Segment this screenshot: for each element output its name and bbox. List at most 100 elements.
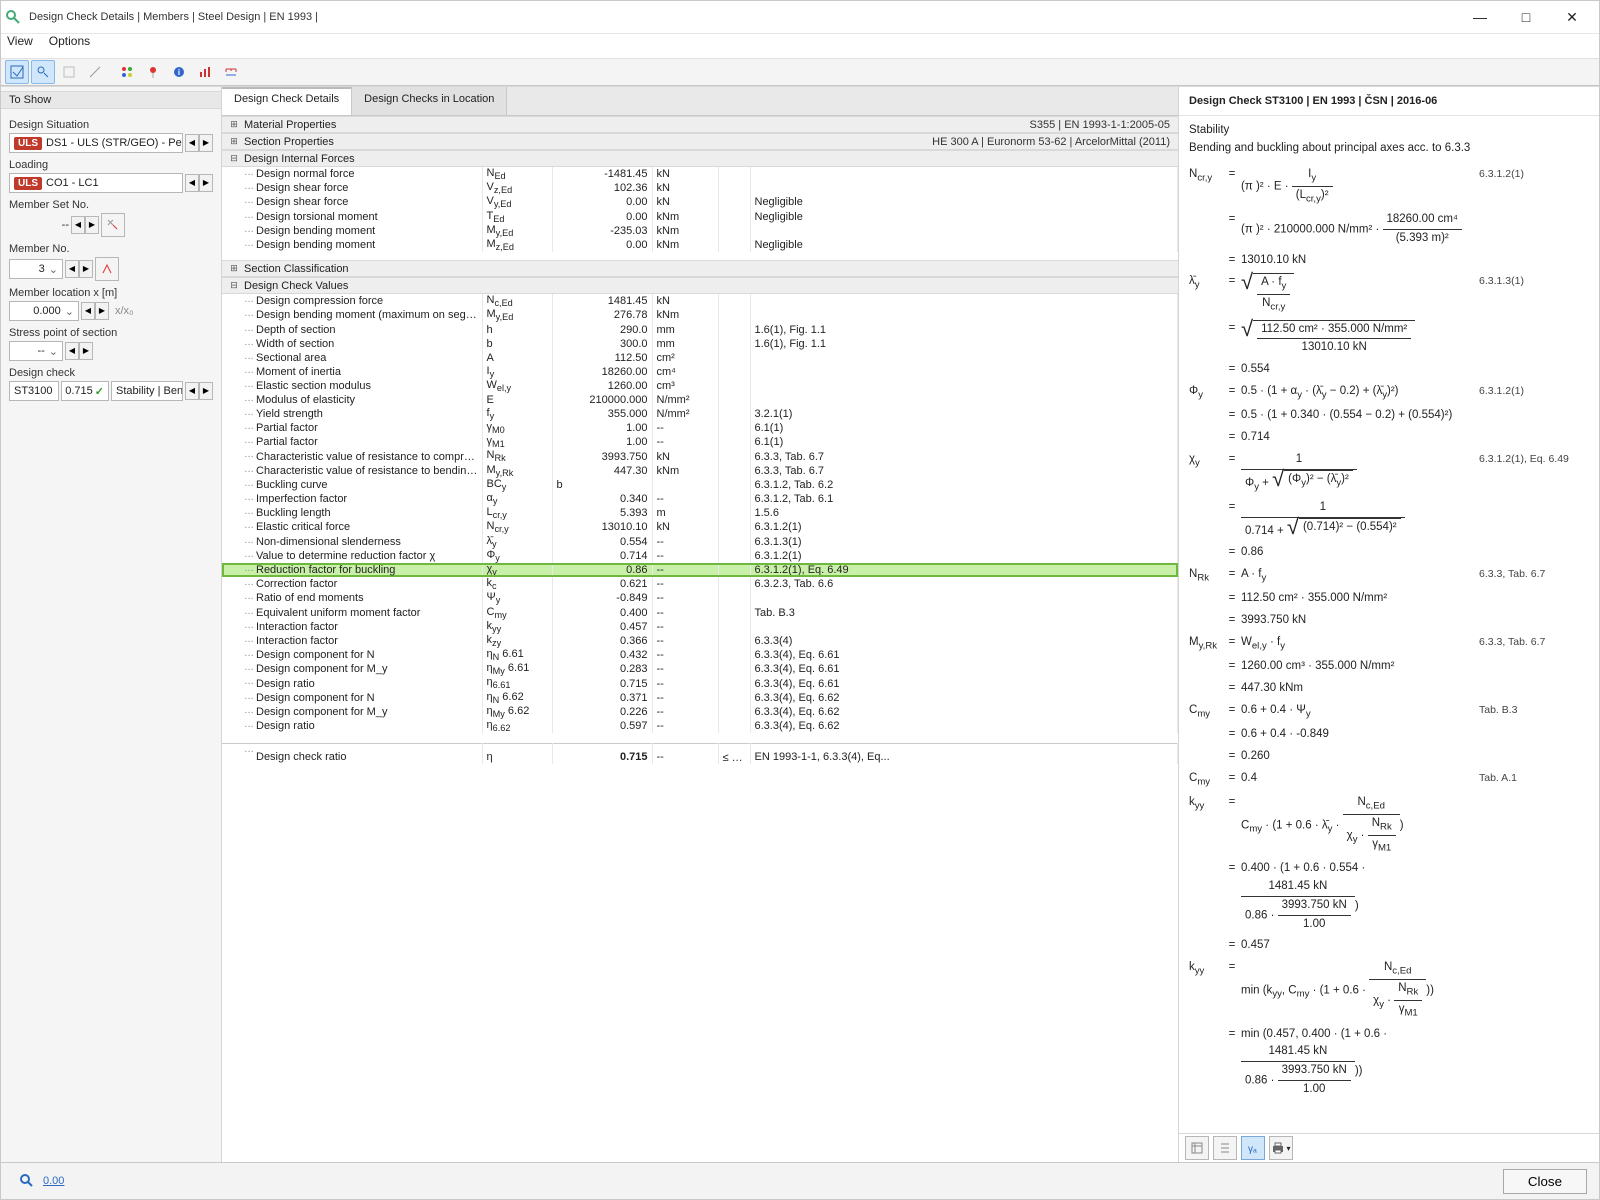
table-row[interactable]: Design bending moment (maximum on segmen…	[222, 308, 1178, 322]
status-zoom-icon[interactable]	[19, 1173, 35, 1189]
stress-point-dropdown[interactable]: --⌄	[9, 341, 63, 361]
tool-info[interactable]: i	[167, 60, 191, 84]
design-check-ratio: 0.715✓	[61, 381, 109, 401]
table-row[interactable]: Design component for M_yηMy 6.620.226--6…	[222, 705, 1178, 719]
table-row[interactable]: Equivalent uniform moment factorCmy0.400…	[222, 606, 1178, 620]
tab-location[interactable]: Design Checks in Location	[352, 87, 507, 115]
ld-prev[interactable]: ◀	[185, 174, 199, 192]
group-material[interactable]: ⊞Material PropertiesS355 | EN 1993-1-1:2…	[222, 116, 1178, 133]
table-row[interactable]: Design compression forceNc,Ed1481.45kN	[222, 294, 1178, 308]
group-dcv[interactable]: ⊟Design Check Values	[222, 277, 1178, 294]
table-row[interactable]: Yield strengthfy355.000N/mm²3.2.1(1)	[222, 407, 1178, 421]
table-row[interactable]: Design ratioη6.620.597--6.3.3(4), Eq. 6.…	[222, 719, 1178, 733]
minimize-icon[interactable]: —	[1457, 1, 1503, 33]
table-row[interactable]: Elastic section modulusWel,y1260.00cm³	[222, 379, 1178, 393]
mn-prev[interactable]: ◀	[65, 260, 79, 278]
table-row[interactable]: Ratio of end momentsΨy-0.849--	[222, 591, 1178, 605]
print-icon[interactable]: ▾	[1269, 1136, 1293, 1160]
total-row[interactable]: Design check ratioη0.715--≤ 1 ✓EN 1993-1…	[222, 744, 1178, 765]
maximize-icon[interactable]: □	[1503, 1, 1549, 33]
table-row[interactable]: Interaction factorkyy0.457--	[222, 620, 1178, 634]
member-loc-input[interactable]: 0.000⌄	[9, 301, 79, 321]
member-loc-label: Member location x [m]	[9, 287, 213, 299]
tool-4[interactable]	[83, 60, 107, 84]
member-no-dropdown[interactable]: 3⌄	[9, 259, 63, 279]
table-row[interactable]: Design shear forceVz,Ed102.36kN	[222, 181, 1178, 195]
table-row[interactable]: Design shear forceVy,Ed0.00kNNegligible	[222, 195, 1178, 209]
table-row[interactable]: Design component for M_yηMy 6.610.283--6…	[222, 662, 1178, 676]
table-row[interactable]: Design normal forceNEd-1481.45kN	[222, 167, 1178, 181]
sp-prev[interactable]: ◀	[65, 342, 79, 360]
table-row[interactable]: Moment of inertiaIy18260.00cm⁴	[222, 365, 1178, 379]
ds-next[interactable]: ▶	[199, 134, 213, 152]
grid[interactable]: ⊞Material PropertiesS355 | EN 1993-1-1:2…	[222, 116, 1178, 1162]
ml-prev[interactable]: ◀	[81, 302, 95, 320]
mn-next[interactable]: ▶	[79, 260, 93, 278]
table-row[interactable]: Interaction factorkzy0.366--6.3.3(4)	[222, 634, 1178, 648]
tool-push[interactable]	[141, 60, 165, 84]
ms-next[interactable]: ▶	[85, 216, 99, 234]
detail-sub1: Stability	[1189, 122, 1589, 140]
dc-prev[interactable]: ◀	[185, 382, 199, 400]
footer: 0.00 Close	[1, 1162, 1599, 1199]
table-row[interactable]: Non-dimensional slendernessλ̄y0.554--6.3…	[222, 535, 1178, 549]
menu-options[interactable]: Options	[49, 34, 90, 54]
detail-toolbar: γₐ ▾	[1179, 1133, 1599, 1162]
sp-next[interactable]: ▶	[79, 342, 93, 360]
menubar: View Options	[1, 34, 1599, 58]
close-icon[interactable]: ✕	[1549, 1, 1595, 33]
table-row[interactable]: Width of sectionb300.0mm1.6(1), Fig. 1.1	[222, 337, 1178, 351]
member-set-label: Member Set No.	[9, 199, 213, 211]
table-row[interactable]: Design component for NηN 6.610.432--6.3.…	[222, 648, 1178, 662]
table-row[interactable]: Modulus of elasticityE210000.000N/mm²	[222, 393, 1178, 407]
loading-dropdown[interactable]: ULS CO1 - LC1	[9, 173, 183, 193]
table-row[interactable]: Design ratioη6.610.715--6.3.3(4), Eq. 6.…	[222, 676, 1178, 690]
design-check-code[interactable]: ST3100	[9, 381, 59, 401]
table-row[interactable]: Sectional areaA112.50cm²	[222, 351, 1178, 365]
design-check-text[interactable]: Stability | Bending a...	[111, 381, 183, 401]
ds-prev[interactable]: ◀	[185, 134, 199, 152]
detail-btn3[interactable]: γₐ	[1241, 1136, 1265, 1160]
tool-1[interactable]	[5, 60, 29, 84]
table-row[interactable]: Buckling curveBCyb6.3.1.2, Tab. 6.2	[222, 478, 1178, 492]
member-set-pick[interactable]	[101, 213, 125, 237]
menu-view[interactable]: View	[7, 34, 33, 54]
detail-body[interactable]: Stability Bending and buckling about pri…	[1179, 116, 1599, 1133]
tool-chart[interactable]	[193, 60, 217, 84]
tool-colors[interactable]	[115, 60, 139, 84]
table-row[interactable]: Partial factorγM11.00--6.1(1)	[222, 435, 1178, 449]
group-classif[interactable]: ⊞Section Classification	[222, 260, 1178, 277]
table-row[interactable]: Value to determine reduction factor χΦy0…	[222, 549, 1178, 563]
table-row[interactable]: Imperfection factorαy0.340--6.3.1.2, Tab…	[222, 492, 1178, 506]
table-row[interactable]: Buckling lengthLcr,y5.393m1.5.6	[222, 506, 1178, 520]
table-row[interactable]: Characteristic value of resistance to be…	[222, 464, 1178, 478]
table-row[interactable]: Reduction factor for bucklingχy0.86--6.3…	[222, 563, 1178, 577]
table-row[interactable]: Design torsional momentTEd0.00kNmNegligi…	[222, 210, 1178, 224]
detail-btn1[interactable]	[1185, 1136, 1209, 1160]
tool-3[interactable]	[57, 60, 81, 84]
ml-next[interactable]: ▶	[95, 302, 109, 320]
member-loc-mode[interactable]: x/x₀	[111, 305, 138, 317]
table-row[interactable]: Design component for NηN 6.620.371--6.3.…	[222, 691, 1178, 705]
close-button[interactable]: Close	[1503, 1169, 1587, 1194]
table-row[interactable]: Partial factorγM01.00--6.1(1)	[222, 421, 1178, 435]
table-row[interactable]: Design bending momentMz,Ed0.00kNmNegligi…	[222, 238, 1178, 252]
detail-title: Design Check ST3100 | EN 1993 | ČSN | 20…	[1179, 87, 1599, 116]
sidebar-header: To Show	[1, 91, 221, 109]
detail-btn2[interactable]	[1213, 1136, 1237, 1160]
ld-next[interactable]: ▶	[199, 174, 213, 192]
table-row[interactable]: Elastic critical forceNcr,y13010.10kN6.3…	[222, 520, 1178, 534]
tab-details[interactable]: Design Check Details	[222, 87, 352, 115]
tool-ruler[interactable]	[219, 60, 243, 84]
table-row[interactable]: Characteristic value of resistance to co…	[222, 449, 1178, 463]
dc-next[interactable]: ▶	[199, 382, 213, 400]
tool-2[interactable]	[31, 60, 55, 84]
design-situation-dropdown[interactable]: ULS DS1 - ULS (STR/GEO) - Permanent ...	[9, 133, 183, 153]
group-dif[interactable]: ⊟Design Internal Forces	[222, 150, 1178, 167]
table-row[interactable]: Design bending momentMy,Ed-235.03kNm	[222, 224, 1178, 238]
group-section[interactable]: ⊞Section PropertiesHE 300 A | Euronorm 5…	[222, 133, 1178, 150]
ms-prev[interactable]: ◀	[71, 216, 85, 234]
table-row[interactable]: Depth of sectionh290.0mm1.6(1), Fig. 1.1	[222, 323, 1178, 337]
table-row[interactable]: Correction factorkc0.621--6.3.2.3, Tab. …	[222, 577, 1178, 591]
member-no-pick[interactable]	[95, 257, 119, 281]
